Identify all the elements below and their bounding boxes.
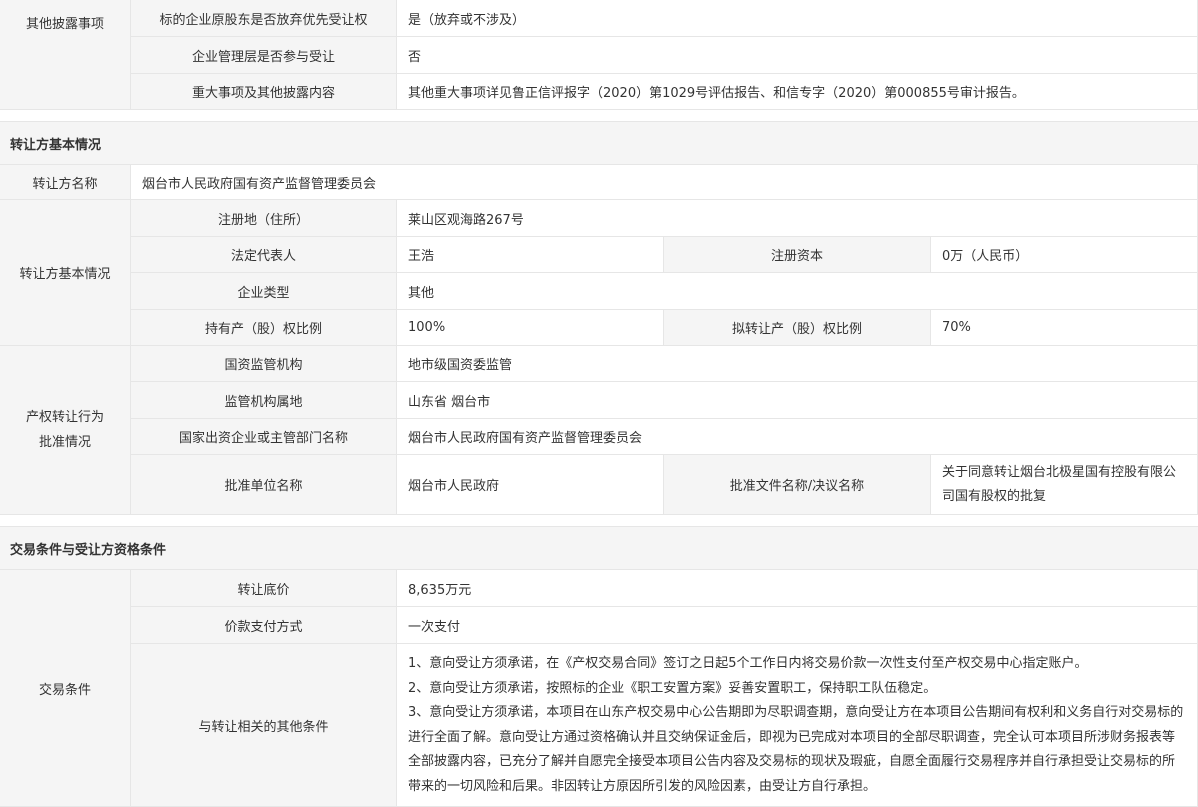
- field-value: 0万（人民币）: [931, 237, 1198, 272]
- table-row: 与转让相关的其他条件 1、意向受让方须承诺，在《产权交易合同》签订之日起5个工作…: [131, 644, 1198, 806]
- table-row: 批准单位名称 烟台市人民政府 批准文件名称/决议名称 关于同意转让烟台北极星国有…: [131, 455, 1198, 514]
- field-value: 地市级国资委监管: [397, 346, 1198, 381]
- field-label: 企业类型: [131, 273, 397, 309]
- field-label: 持有产（股）权比例: [131, 310, 397, 345]
- table-row: 法定代表人 王浩 注册资本 0万（人民币）: [131, 237, 1198, 273]
- field-value: 莱山区观海路267号: [397, 200, 1198, 236]
- table-row: 国家出资企业或主管部门名称 烟台市人民政府国有资产监督管理委员会: [131, 419, 1198, 455]
- field-label: 法定代表人: [131, 237, 397, 272]
- table-row: 企业类型 其他: [131, 273, 1198, 310]
- field-label: 批准文件名称/决议名称: [664, 455, 931, 514]
- section-gap: [0, 515, 1198, 527]
- field-value: 其他: [397, 273, 1198, 309]
- group-label: 转让方基本情况: [0, 200, 131, 345]
- table-row: 注册地（住所） 莱山区观海路267号: [131, 200, 1198, 237]
- condition-item: 2、意向受让方须承诺，按照标的企业《职工安置方案》妥善安置职工，保持职工队伍稳定…: [408, 680, 937, 696]
- transferor-basic-group: 转让方基本情况 注册地（住所） 莱山区观海路267号 法定代表人 王浩 注册资本…: [0, 200, 1198, 346]
- table-row: 转让方名称 烟台市人民政府国有资产监督管理委员会: [0, 165, 1198, 200]
- field-value: 否: [397, 37, 1198, 73]
- other-conditions: 1、意向受让方须承诺，在《产权交易合同》签订之日起5个工作日内将交易价款一次性支…: [397, 644, 1198, 806]
- approval-group: 产权转让行为批准情况 国资监管机构 地市级国资委监管 监管机构属地 山东省 烟台…: [0, 346, 1198, 515]
- group-label: 产权转让行为批准情况: [0, 346, 131, 514]
- field-value: 烟台市人民政府: [397, 455, 664, 514]
- field-label: 价款支付方式: [131, 607, 397, 643]
- field-value: 是（放弃或不涉及）: [397, 0, 1198, 36]
- field-label: 转让底价: [131, 570, 397, 606]
- field-label: 重大事项及其他披露内容: [131, 74, 397, 109]
- field-value: 70%: [931, 310, 1198, 345]
- condition-item: 3、意向受让方须承诺，本项目在山东产权交易中心公告期即为尽职调查期，意向受让方在…: [408, 705, 1184, 794]
- field-value: 一次支付: [397, 607, 1198, 643]
- field-value: 100%: [397, 310, 664, 345]
- table-row: 国资监管机构 地市级国资委监管: [131, 346, 1198, 382]
- field-label: 与转让相关的其他条件: [131, 644, 397, 806]
- field-label: 国资监管机构: [131, 346, 397, 381]
- field-label: 注册资本: [664, 237, 931, 272]
- table-row: 重大事项及其他披露内容 其他重大事项详见鲁正信评报字（2020）第1029号评估…: [131, 74, 1198, 109]
- field-value: 8,635万元: [397, 570, 1198, 606]
- field-value: 烟台市人民政府国有资产监督管理委员会: [397, 419, 1198, 454]
- field-label: 标的企业原股东是否放弃优先受让权: [131, 0, 397, 36]
- disclosure-group: 其他披露事项 标的企业原股东是否放弃优先受让权 是（放弃或不涉及） 企业管理层是…: [0, 0, 1198, 110]
- table-row: 标的企业原股东是否放弃优先受让权 是（放弃或不涉及）: [131, 0, 1198, 37]
- table-row: 持有产（股）权比例 100% 拟转让产（股）权比例 70%: [131, 310, 1198, 345]
- disclosure-group-label: 其他披露事项: [0, 0, 131, 109]
- field-value: 山东省 烟台市: [397, 382, 1198, 418]
- field-label: 拟转让产（股）权比例: [664, 310, 931, 345]
- field-label: 转让方名称: [0, 165, 131, 199]
- field-label: 国家出资企业或主管部门名称: [131, 419, 397, 454]
- section-title-transferor: 转让方基本情况: [0, 122, 1198, 165]
- disclosure-section: 其他披露事项 标的企业原股东是否放弃优先受让权 是（放弃或不涉及） 企业管理层是…: [0, 0, 1198, 110]
- field-value: 关于同意转让烟台北极星国有控股有限公司国有股权的批复: [931, 455, 1198, 514]
- table-row: 企业管理层是否参与受让 否: [131, 37, 1198, 74]
- field-label: 批准单位名称: [131, 455, 397, 514]
- condition-item: 1、意向受让方须承诺，在《产权交易合同》签订之日起5个工作日内将交易价款一次性支…: [408, 656, 1088, 671]
- field-label: 注册地（住所）: [131, 200, 397, 236]
- table-row: 转让底价 8,635万元: [131, 570, 1198, 607]
- group-label: 交易条件: [0, 570, 131, 806]
- transferor-name-value: 烟台市人民政府国有资产监督管理委员会: [131, 165, 1198, 199]
- field-label: 企业管理层是否参与受让: [131, 37, 397, 73]
- trade-group: 交易条件 转让底价 8,635万元 价款支付方式 一次支付 与转让相关的其他条件…: [0, 570, 1198, 807]
- table-row: 价款支付方式 一次支付: [131, 607, 1198, 644]
- field-label: 监管机构属地: [131, 382, 397, 418]
- field-value: 王浩: [397, 237, 664, 272]
- section-gap: [0, 110, 1198, 122]
- field-value: 其他重大事项详见鲁正信评报字（2020）第1029号评估报告、和信专字（2020…: [397, 74, 1198, 109]
- table-row: 监管机构属地 山东省 烟台市: [131, 382, 1198, 419]
- section-title-trade: 交易条件与受让方资格条件: [0, 527, 1198, 570]
